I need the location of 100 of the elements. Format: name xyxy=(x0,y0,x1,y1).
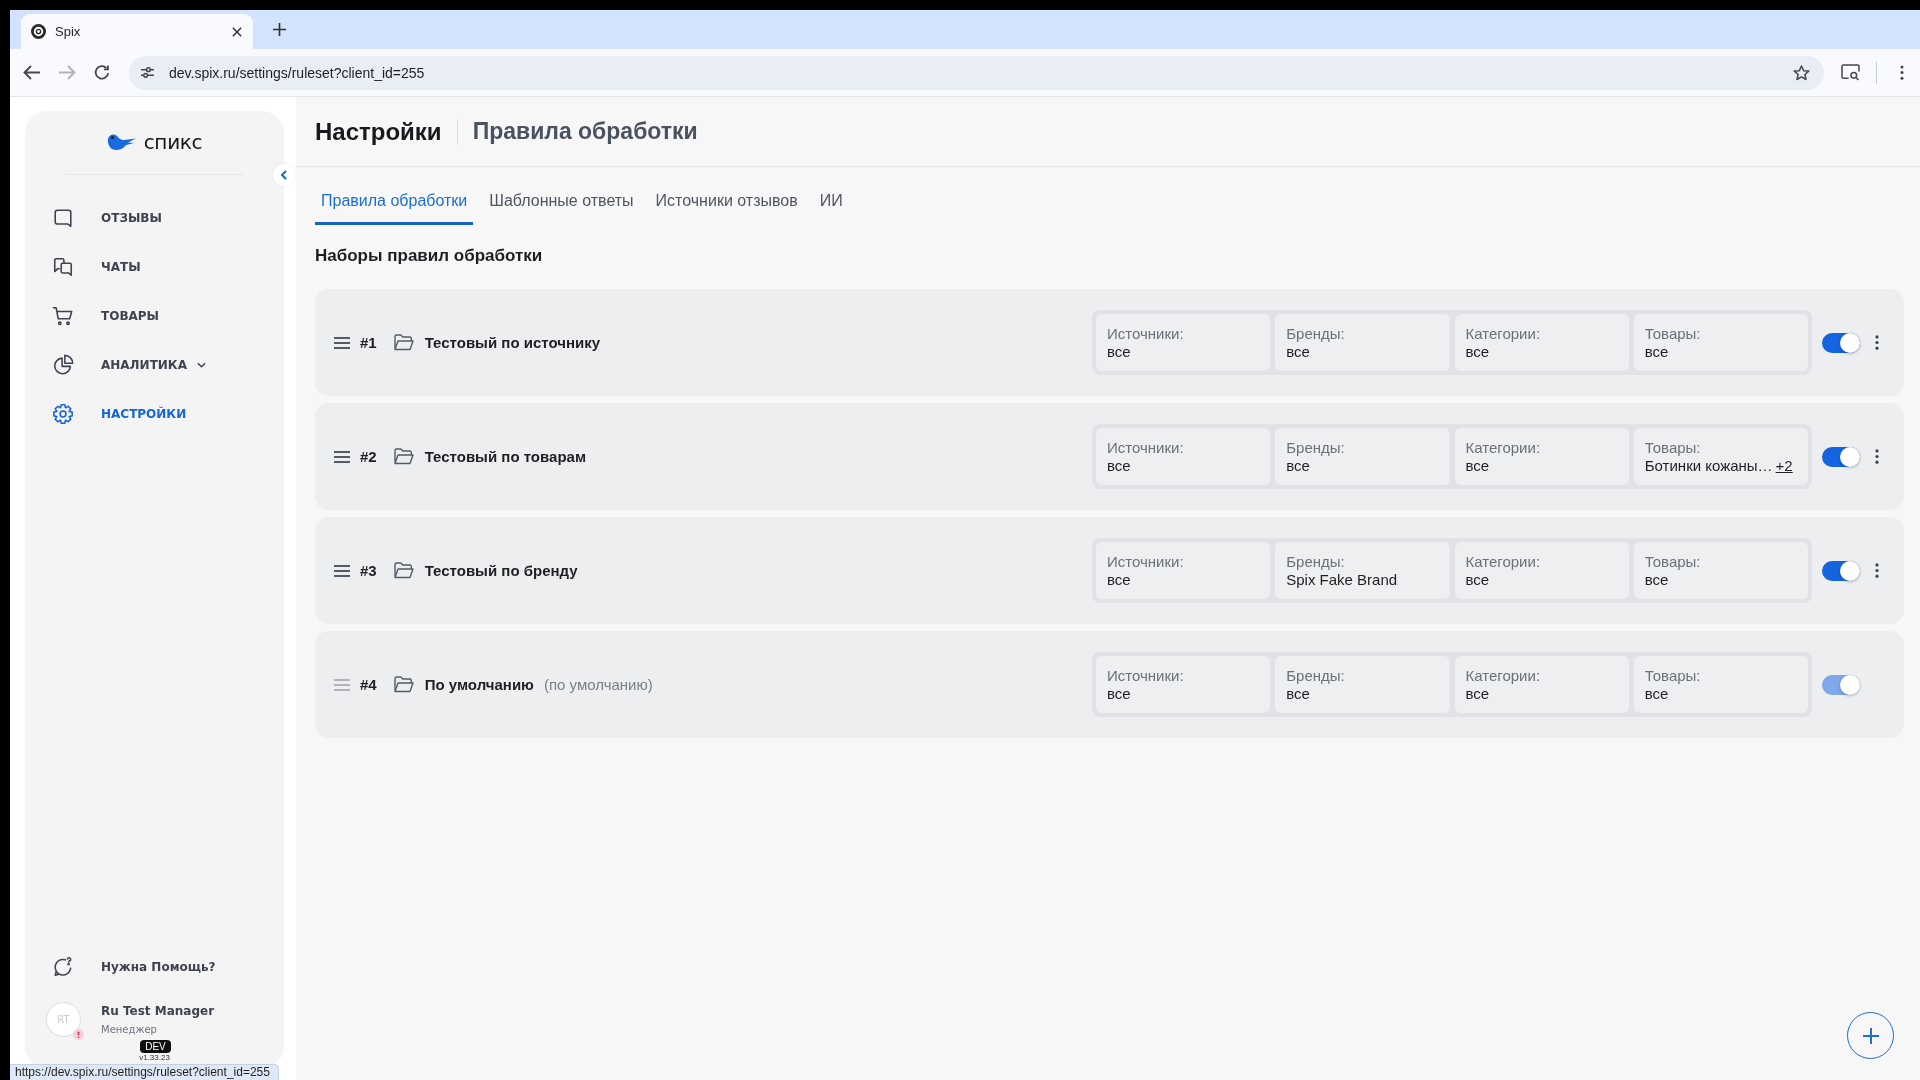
filter-value: все xyxy=(1107,684,1131,703)
filter-label: Товары: xyxy=(1644,438,1701,457)
chat-bubbles-icon xyxy=(52,255,74,278)
bird-logo-icon[interactable] xyxy=(106,132,137,152)
section-title: Наборы правил обработки xyxy=(315,246,543,266)
filter-label: Бренды: xyxy=(1286,324,1345,343)
page-title: Настройки xyxy=(315,117,442,146)
filter-value: все xyxy=(1465,342,1490,361)
filter-value: все xyxy=(1465,570,1490,589)
filter-cell[interactable]: Категории: все xyxy=(1454,542,1629,599)
ruleset-name: Тестовый по источнику xyxy=(424,334,601,351)
filter-label: Источники: xyxy=(1107,666,1184,685)
add-button[interactable] xyxy=(1847,1012,1894,1059)
env-badge: DEV xyxy=(140,1040,171,1053)
filter-cell[interactable]: Товары: все xyxy=(1633,314,1808,371)
site-favicon-icon xyxy=(31,24,46,39)
drag-handle-icon[interactable] xyxy=(334,450,350,463)
filter-label: Категории: xyxy=(1465,324,1541,343)
tab[interactable]: Правила обработки xyxy=(315,179,474,225)
bookmark-star-icon[interactable] xyxy=(1793,64,1810,81)
ruleset-number: #4 xyxy=(360,676,377,693)
folder-icon xyxy=(393,562,414,579)
kebab-menu-icon[interactable] xyxy=(1875,563,1879,578)
plus-icon xyxy=(1862,1027,1879,1044)
nav-item[interactable]: НАСТРОЙКИ xyxy=(25,389,187,438)
settings-icon xyxy=(52,402,74,425)
filter-value: все xyxy=(1286,684,1310,703)
filter-label: Категории: xyxy=(1465,552,1541,571)
new-tab-plus-icon[interactable] xyxy=(273,23,286,36)
filter-label: Источники: xyxy=(1107,324,1184,343)
filter-cell[interactable]: Категории: все xyxy=(1454,314,1629,371)
toggle-switch[interactable] xyxy=(1822,560,1860,581)
nav-item[interactable]: ОТЗЫВЫ xyxy=(25,193,162,242)
screen-search-icon[interactable] xyxy=(1841,64,1860,81)
page-subtitle: Правила обработки xyxy=(472,118,698,145)
filter-value: все xyxy=(1286,456,1310,475)
help-link[interactable]: Нужна Помощь? xyxy=(25,947,216,987)
filter-cell[interactable]: Категории: все xyxy=(1454,428,1629,485)
filter-cell[interactable]: Товары: Ботинки кожаны… +2 xyxy=(1633,428,1808,485)
filter-cell[interactable]: Бренды: Spix Fake Brand xyxy=(1275,542,1450,599)
filter-label: Товары: xyxy=(1644,552,1701,571)
kebab-menu-icon[interactable] xyxy=(1875,335,1879,350)
kebab-menu-icon[interactable] xyxy=(1875,449,1879,464)
user-role: Менеджер xyxy=(101,1022,158,1036)
filter-label: Бренды: xyxy=(1286,438,1345,457)
version-text: v1.33.23 xyxy=(139,1053,170,1063)
status-url: https://dev.spix.ru/settings/ruleset?client_id=255 xyxy=(10,1064,279,1080)
drag-handle-icon[interactable] xyxy=(334,564,350,577)
address-bar[interactable]: dev.spix.ru/settings/ruleset?client_id=255 xyxy=(129,55,1824,90)
folder-icon xyxy=(393,448,414,465)
nav-item[interactable]: ТОВАРЫ xyxy=(25,291,160,340)
ruleset-number: #1 xyxy=(360,334,377,351)
nav-item[interactable]: ЧАТЫ xyxy=(25,242,141,291)
site-settings-icon[interactable] xyxy=(140,66,155,79)
tab[interactable]: Источники отзывов xyxy=(649,179,804,225)
filter-value: все xyxy=(1107,570,1131,589)
filter-label: Товары: xyxy=(1644,666,1701,685)
filter-label: Бренды: xyxy=(1286,666,1345,685)
user-name: Ru Test Manager xyxy=(101,1003,215,1019)
filter-value: Spix Fake Brand xyxy=(1286,570,1398,589)
drag-handle-icon[interactable] xyxy=(334,336,350,349)
filter-label: Категории: xyxy=(1465,666,1541,685)
reload-icon[interactable] xyxy=(93,64,111,81)
filter-cell[interactable]: Товары: все xyxy=(1633,542,1808,599)
ruleset-number: #3 xyxy=(360,562,377,579)
ruleset-name: Тестовый по товарам xyxy=(424,448,586,465)
logo-text[interactable]: спикс xyxy=(143,130,203,154)
filter-value: все xyxy=(1644,342,1669,361)
back-arrow-icon[interactable] xyxy=(23,64,41,81)
filter-label: Источники: xyxy=(1107,552,1184,571)
pie-chart-icon xyxy=(52,353,74,376)
filter-value: Ботинки кожаны… xyxy=(1644,456,1773,475)
filter-cell[interactable]: Бренды: все xyxy=(1275,314,1450,371)
browser-menu-icon[interactable] xyxy=(1900,65,1904,80)
collapse-button[interactable] xyxy=(273,164,295,186)
speech-bubble-icon xyxy=(52,206,74,229)
toggle-switch[interactable] xyxy=(1822,332,1860,353)
browser-tab[interactable]: Spix xyxy=(21,14,253,49)
ruleset-name: По умолчанию xyxy=(424,676,534,693)
filter-cell[interactable]: Бренды: все xyxy=(1275,428,1450,485)
filter-value: все xyxy=(1107,342,1131,361)
filter-cell[interactable]: Источники: все xyxy=(1096,314,1271,371)
nav-item[interactable]: АНАЛИТИКА xyxy=(25,340,206,389)
chevron-down-icon[interactable] xyxy=(196,361,206,368)
ruleset-note: (по умолчанию) xyxy=(543,676,653,693)
filter-value: все xyxy=(1465,456,1490,475)
help-bubble-icon xyxy=(52,956,74,978)
filter-cell[interactable]: Источники: все xyxy=(1096,428,1271,485)
filter-value: все xyxy=(1644,684,1669,703)
cart-icon xyxy=(52,304,74,327)
filter-label: Товары: xyxy=(1644,324,1701,343)
more-link[interactable]: +2 xyxy=(1775,456,1793,475)
toggle-switch[interactable] xyxy=(1822,446,1860,467)
filter-label: Категории: xyxy=(1465,438,1541,457)
tab[interactable]: ИИ xyxy=(813,179,849,225)
folder-icon xyxy=(393,334,414,351)
tab[interactable]: Шаблонные ответы xyxy=(483,179,640,225)
close-icon[interactable] xyxy=(232,26,242,37)
filter-cell[interactable]: Источники: все xyxy=(1096,542,1271,599)
filter-value: все xyxy=(1644,570,1669,589)
